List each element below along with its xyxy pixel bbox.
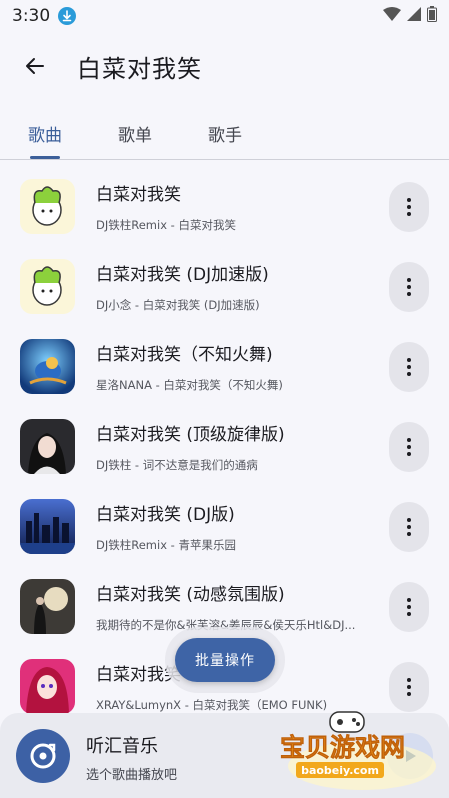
song-title: 白菜对我笑 (动感氛围版) — [96, 585, 285, 605]
song-subtitle: DJ铁柱 - 词不达意是我们的通病 — [96, 458, 258, 472]
song-row[interactable]: 白菜对我笑 DJ铁柱Remix - 白菜对我笑 — [0, 166, 449, 246]
song-title: 白菜对我笑 (DJ加速版) — [96, 265, 269, 285]
song-subtitle: DJ小念 - 白菜对我笑 (DJ加速版) — [96, 298, 260, 312]
player-app-name: 听汇音乐 — [86, 736, 158, 757]
cover-image — [20, 179, 75, 234]
cover-image — [20, 339, 75, 394]
cover-image — [20, 659, 75, 714]
page-title: 白菜对我笑 — [77, 54, 202, 83]
tab-artists[interactable]: 歌手 — [203, 108, 247, 158]
back-button[interactable] — [11, 42, 59, 90]
arrow-left-icon — [26, 58, 44, 74]
song-title: 白菜对我笑 (顶级旋律版) — [96, 425, 285, 445]
wifi-icon — [383, 6, 401, 26]
more-options-button[interactable] — [389, 342, 429, 392]
song-title: 白菜对我笑 (DJ版) — [96, 505, 235, 525]
more-options-button[interactable] — [389, 182, 429, 232]
tab-songs[interactable]: 歌曲 — [23, 108, 67, 158]
song-title: 白菜对我笑（不知火舞) — [96, 345, 273, 365]
song-subtitle: 星洛NANA - 白菜对我笑（不知火舞) — [96, 378, 283, 392]
app-bar: 白菜对我笑 — [0, 32, 449, 100]
battery-icon — [427, 5, 437, 27]
cover-image — [20, 259, 75, 314]
status-time: 3:30 — [12, 6, 51, 26]
song-row[interactable]: 白菜对我笑 (DJ版) DJ铁柱Remix - 青苹果乐园 — [0, 486, 449, 566]
more-options-button[interactable] — [389, 582, 429, 632]
song-subtitle: XRAY&LumynX - 白菜对我笑（EMO FUNK) — [96, 698, 328, 712]
song-row[interactable]: 白菜对我笑 (顶级旋律版) DJ铁柱 - 词不达意是我们的通病 — [0, 406, 449, 486]
tab-bar: 歌曲 歌单 歌手 — [0, 108, 449, 160]
player-hint: 选个歌曲播放吧 — [86, 768, 178, 783]
play-icon — [406, 750, 416, 762]
mini-player[interactable]: 听汇音乐 选个歌曲播放吧 — [0, 713, 449, 798]
cover-image — [20, 579, 75, 634]
play-button[interactable] — [387, 733, 433, 779]
song-subtitle: DJ铁柱Remix - 青苹果乐园 — [96, 538, 236, 552]
signal-icon — [407, 6, 421, 26]
more-options-button[interactable] — [389, 662, 429, 712]
song-row[interactable]: 白菜对我笑 (DJ加速版) DJ小念 - 白菜对我笑 (DJ加速版) — [0, 246, 449, 326]
song-row[interactable]: 白菜对我笑（不知火舞) 星洛NANA - 白菜对我笑（不知火舞) — [0, 326, 449, 406]
music-disc-icon — [16, 729, 70, 783]
tab-playlists[interactable]: 歌单 — [113, 108, 157, 158]
tab-indicator — [30, 156, 60, 159]
more-options-button[interactable] — [389, 422, 429, 472]
cover-image — [20, 419, 75, 474]
more-options-button[interactable] — [389, 502, 429, 552]
more-options-button[interactable] — [389, 262, 429, 312]
download-icon — [58, 7, 77, 25]
cover-image — [20, 499, 75, 554]
song-title: 白菜对我笑 — [96, 185, 181, 205]
batch-operation-button[interactable]: 批量操作 — [175, 638, 275, 682]
status-bar: 3:30 — [0, 0, 449, 32]
song-subtitle: DJ铁柱Remix - 白菜对我笑 — [96, 218, 236, 232]
